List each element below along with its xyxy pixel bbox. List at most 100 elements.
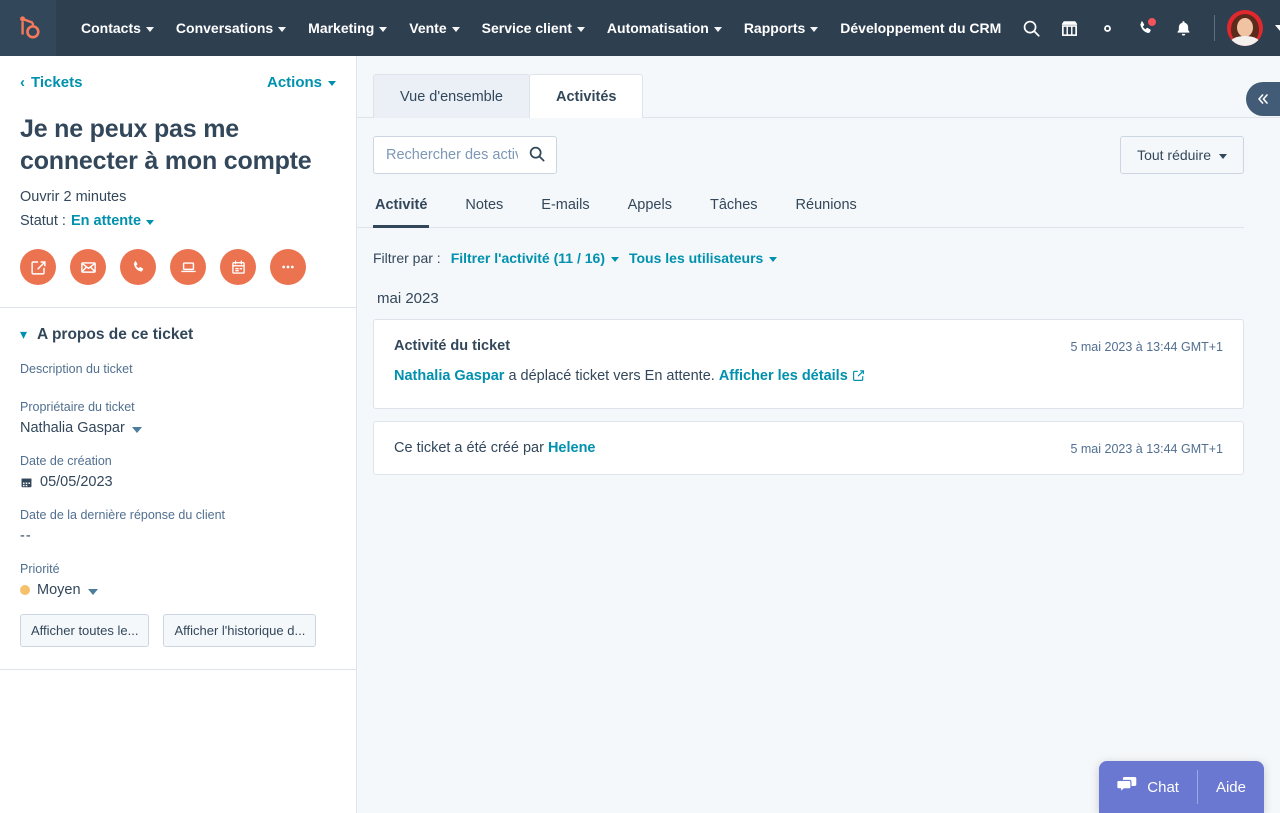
help-button[interactable]: Aide bbox=[1198, 761, 1264, 813]
nav-item-developpement-du-crm[interactable]: Développement du CRM bbox=[829, 0, 1012, 56]
nav-item-service-client[interactable]: Service client bbox=[471, 0, 596, 56]
chevron-down-icon[interactable] bbox=[1275, 25, 1280, 31]
collapse-right-panel-button[interactable] bbox=[1246, 82, 1280, 116]
field-value-row[interactable]: 05/05/2023 bbox=[20, 474, 336, 490]
filter-users-dropdown[interactable]: Tous les utilisateurs bbox=[629, 250, 777, 266]
tab-notes[interactable]: Notes bbox=[463, 191, 505, 228]
back-to-tickets-link[interactable]: ‹ Tickets bbox=[20, 74, 82, 91]
chat-bubble-icon bbox=[1117, 775, 1138, 799]
card-timestamp: 5 mai 2023 à 13:44 GMT+1 bbox=[1070, 440, 1223, 456]
tab-vue-densemble[interactable]: Vue d'ensemble bbox=[373, 74, 530, 118]
tab-emails[interactable]: E-mails bbox=[539, 191, 591, 228]
chevron-down-icon[interactable] bbox=[88, 589, 98, 595]
card-header-row: Ce ticket a été créé par Helene 5 mai 20… bbox=[394, 440, 1223, 456]
search-icon[interactable] bbox=[528, 145, 546, 168]
tab-activite[interactable]: Activité bbox=[373, 191, 429, 228]
nav-item-label: Automatisation bbox=[607, 20, 709, 36]
sidebar-divider-bottom bbox=[0, 669, 356, 670]
filter-activity-dropdown[interactable]: Filtrer l'activité (11 / 16) bbox=[451, 250, 619, 266]
about-ticket-toggle[interactable]: ▾ A propos de ce ticket bbox=[20, 326, 336, 344]
nav-item-label: Service client bbox=[482, 20, 572, 36]
field-value-row[interactable]: Moyen bbox=[20, 582, 336, 598]
collapse-all-label: Tout réduire bbox=[1137, 147, 1211, 163]
chat-label: Chat bbox=[1147, 779, 1179, 796]
search-wrapper bbox=[373, 136, 557, 174]
last-reply-value[interactable]: -- bbox=[20, 528, 336, 544]
nav-item-rapports[interactable]: Rapports bbox=[733, 0, 829, 56]
avatar[interactable] bbox=[1227, 10, 1263, 46]
card-title: Activité du ticket bbox=[394, 338, 510, 354]
chat-widget: Chat Aide bbox=[1099, 761, 1264, 813]
chevron-down-icon[interactable] bbox=[146, 220, 154, 225]
chevron-down-icon bbox=[1219, 154, 1227, 159]
priority-value: Moyen bbox=[37, 582, 81, 598]
actions-menu-button[interactable]: Actions bbox=[267, 74, 336, 91]
search-icon[interactable] bbox=[1012, 0, 1050, 56]
tab-label: Tâches bbox=[710, 197, 758, 213]
show-details-link[interactable]: Afficher les détails bbox=[719, 368, 848, 384]
creation-date-value: 05/05/2023 bbox=[40, 474, 113, 490]
task-icon[interactable] bbox=[220, 249, 256, 285]
nav-item-conversations[interactable]: Conversations bbox=[165, 0, 297, 56]
nav-divider bbox=[1214, 15, 1215, 41]
object-tabs: Vue d'ensemble Activités bbox=[357, 56, 1280, 118]
filter-users-label: Tous les utilisateurs bbox=[629, 250, 763, 266]
status-badge[interactable]: En attente bbox=[71, 213, 141, 229]
sidebar-action-buttons: Afficher toutes le... Afficher l'histori… bbox=[20, 614, 336, 669]
tab-taches[interactable]: Tâches bbox=[708, 191, 760, 228]
actor-link[interactable]: Nathalia Gaspar bbox=[394, 368, 504, 384]
filter-label: Filtrer par : bbox=[373, 250, 441, 266]
field-label: Date de la dernière réponse du client bbox=[20, 508, 336, 522]
field-label: Propriétaire du ticket bbox=[20, 400, 336, 414]
calling-icon[interactable] bbox=[1126, 0, 1164, 56]
filter-row: Filtrer par : Filtrer l'activité (11 / 1… bbox=[357, 228, 1280, 266]
creator-link[interactable]: Helene bbox=[548, 440, 596, 456]
activity-feed: Activité du ticket 5 mai 2023 à 13:44 GM… bbox=[357, 307, 1280, 475]
show-property-history-button[interactable]: Afficher l'historique d... bbox=[163, 614, 316, 647]
meeting-icon[interactable] bbox=[170, 249, 206, 285]
nav-item-marketing[interactable]: Marketing bbox=[297, 0, 398, 56]
chevron-down-icon[interactable] bbox=[132, 427, 142, 433]
chat-button[interactable]: Chat bbox=[1099, 761, 1197, 813]
quick-action-buttons bbox=[20, 249, 336, 307]
chevron-down-icon bbox=[379, 27, 387, 32]
tab-appels[interactable]: Appels bbox=[626, 191, 674, 228]
more-icon[interactable] bbox=[270, 249, 306, 285]
email-icon[interactable] bbox=[70, 249, 106, 285]
chevron-down-icon bbox=[577, 27, 585, 32]
nav-item-label: Rapports bbox=[744, 20, 805, 36]
nav-item-automatisation[interactable]: Automatisation bbox=[596, 0, 733, 56]
show-all-properties-button[interactable]: Afficher toutes le... bbox=[20, 614, 149, 647]
collapse-all-button[interactable]: Tout réduire bbox=[1120, 136, 1244, 174]
card-body: Nathalia Gaspar a déplacé ticket vers En… bbox=[394, 366, 1223, 388]
gear-icon[interactable] bbox=[1088, 0, 1126, 56]
activity-card-ticket-activity[interactable]: Activité du ticket 5 mai 2023 à 13:44 GM… bbox=[373, 319, 1244, 409]
nav-item-label: Développement du CRM bbox=[840, 20, 1001, 36]
tab-activites[interactable]: Activités bbox=[529, 74, 643, 118]
calendar-icon bbox=[20, 476, 33, 489]
activity-card-ticket-created[interactable]: Ce ticket a été créé par Helene 5 mai 20… bbox=[373, 421, 1244, 475]
chevron-down-icon bbox=[611, 257, 619, 262]
card-body-text: a déplacé ticket vers En attente. bbox=[504, 368, 718, 384]
nav-item-vente[interactable]: Vente bbox=[398, 0, 470, 56]
field-value-row[interactable]: Nathalia Gaspar bbox=[20, 420, 336, 436]
card-text-prefix: Ce ticket a été créé par bbox=[394, 440, 548, 456]
card-text: Ce ticket a été créé par Helene bbox=[394, 440, 596, 456]
filter-activity-label: Filtrer l'activité (11 / 16) bbox=[451, 250, 605, 266]
note-icon[interactable] bbox=[20, 249, 56, 285]
field-label: Description du ticket bbox=[20, 362, 336, 376]
call-icon[interactable] bbox=[120, 249, 156, 285]
sidebar-topline: ‹ Tickets Actions bbox=[20, 74, 336, 91]
notifications-icon[interactable] bbox=[1164, 0, 1202, 56]
nav-item-contacts[interactable]: Contacts bbox=[70, 0, 165, 56]
page-body: ‹ Tickets Actions Je ne peux pas me conn… bbox=[0, 56, 1280, 813]
field-ticket-owner: Propriétaire du ticket Nathalia Gaspar bbox=[20, 400, 336, 436]
marketplace-icon[interactable] bbox=[1050, 0, 1088, 56]
tab-label: E-mails bbox=[541, 197, 589, 213]
activity-tabs: Activité Notes E-mails Appels Tâches Réu… bbox=[357, 190, 1244, 228]
back-link-label: Tickets bbox=[31, 74, 82, 91]
tab-label: Appels bbox=[628, 197, 672, 213]
tab-reunions[interactable]: Réunions bbox=[794, 191, 859, 228]
hubspot-logo[interactable] bbox=[0, 0, 56, 56]
external-link-icon[interactable] bbox=[852, 368, 865, 388]
